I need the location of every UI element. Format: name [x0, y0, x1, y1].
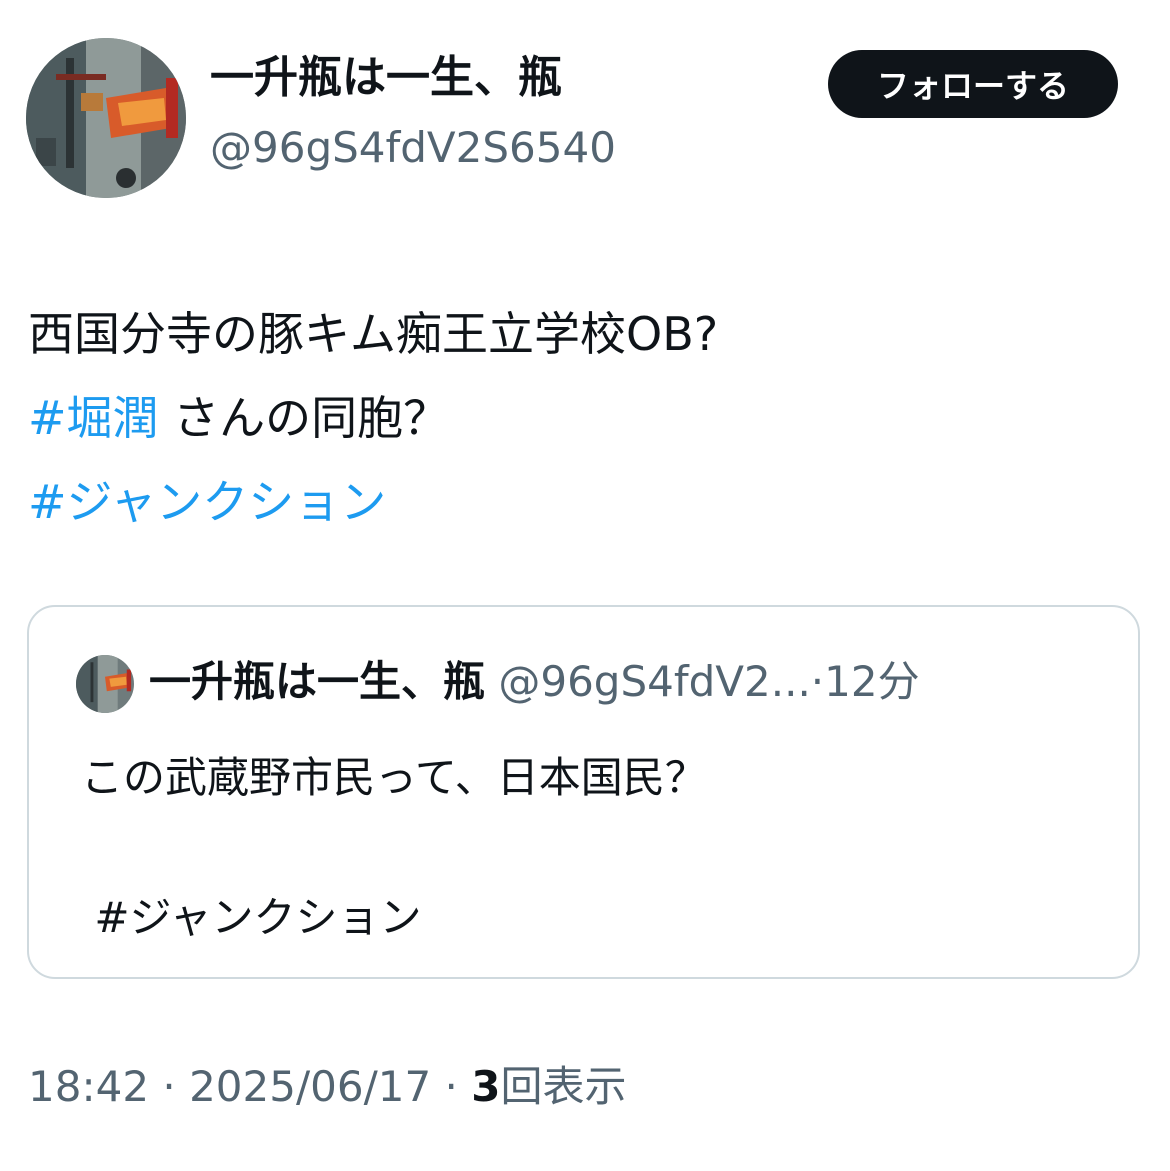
quoted-author-name: 一升瓶は一生、瓶: [149, 657, 486, 706]
author-avatar[interactable]: [26, 38, 186, 198]
quoted-tweet-text: この武蔵野市民って、日本国民？ #ジャンクション: [81, 743, 707, 953]
author-display-name[interactable]: 一升瓶は一生、瓶: [210, 53, 562, 102]
tweet-line-2: #堀潤 さんの同胞？: [28, 376, 718, 460]
quoted-author-avatar: [76, 655, 134, 713]
view-count: 3: [471, 1062, 501, 1111]
hashtag-link-horijun[interactable]: #堀潤: [28, 391, 159, 445]
hashtag-link-junction[interactable]: #ジャンクション: [28, 475, 386, 529]
quoted-author-meta: @96gS4fdV2...·12分: [485, 657, 920, 706]
view-count-label: 回表示: [500, 1062, 627, 1111]
tweet-footer: 18:42 · 2025/06/17 · 3回表示: [28, 1062, 627, 1111]
quoted-tweet-line-1: この武蔵野市民って、日本国民？: [81, 753, 707, 802]
quoted-tweet-hashtag: #ジャンクション: [81, 883, 707, 953]
follow-button[interactable]: フォローする: [828, 50, 1118, 118]
tweet-line-2-text: さんの同胞？: [158, 391, 450, 445]
tweet-line-3: #ジャンクション: [28, 460, 718, 544]
tweet-text: 西国分寺の豚キム痴王立学校OB? #堀潤 さんの同胞？ #ジャンクション: [28, 292, 718, 544]
quoted-hashtag-text: #ジャンクション: [94, 893, 422, 942]
author-handle[interactable]: @96gS4fdV2S6540: [210, 124, 616, 171]
tweet-line-1: 西国分寺の豚キム痴王立学校OB?: [28, 307, 719, 361]
quoted-tweet-header: 一升瓶は一生、瓶 @96gS4fdV2...·12分: [149, 657, 920, 706]
quoted-tweet-blank-line: [81, 813, 707, 883]
tweet-timestamp[interactable]: 18:42 · 2025/06/17 ·: [28, 1062, 471, 1111]
quoted-tweet-card[interactable]: 一升瓶は一生、瓶 @96gS4fdV2...·12分 この武蔵野市民って、日本国…: [27, 605, 1140, 979]
